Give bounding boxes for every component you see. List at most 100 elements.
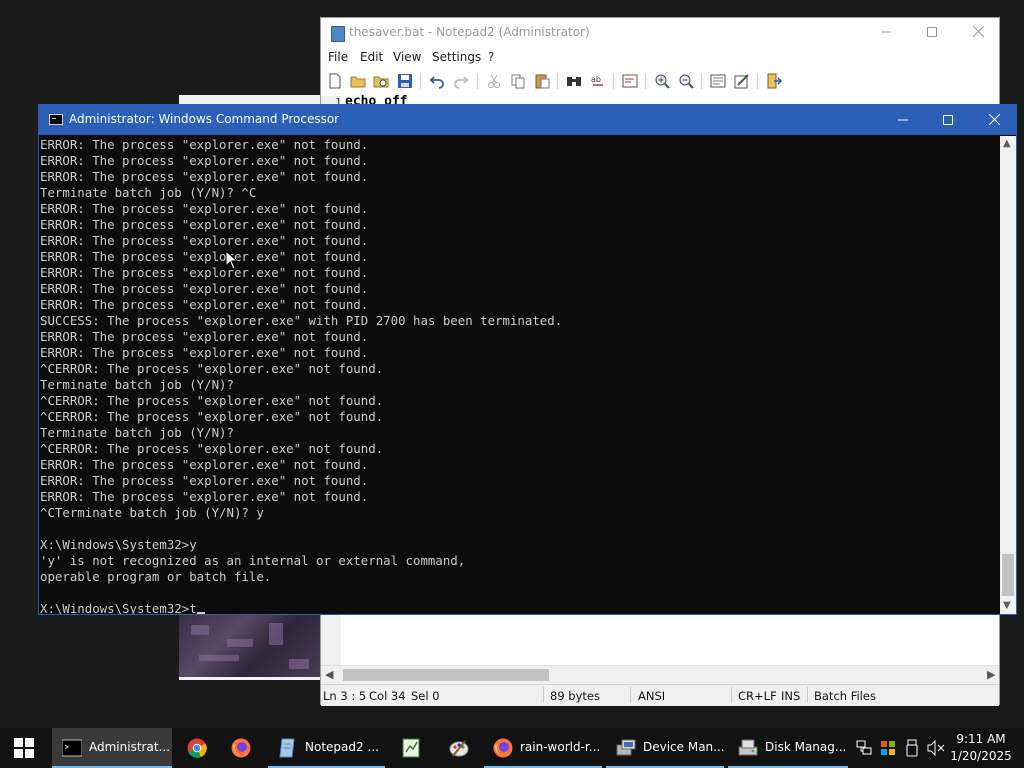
- taskbar-item-firefox[interactable]: [220, 728, 262, 768]
- replace-icon[interactable]: ab: [590, 73, 606, 89]
- menu-help[interactable]: ?: [488, 50, 494, 64]
- customize-icon[interactable]: [734, 73, 750, 89]
- clock-date: 1/20/2025: [950, 749, 1012, 763]
- windows-logo-icon: [14, 738, 34, 758]
- redo-icon[interactable]: [453, 73, 469, 89]
- cmd-app-icon: [49, 114, 63, 125]
- windows-security-icon[interactable]: [880, 740, 896, 756]
- status-eol[interactable]: CR+LF: [738, 689, 777, 703]
- browse-icon[interactable]: [373, 73, 389, 89]
- minimize-icon: [898, 119, 908, 121]
- console-line: ERROR: The process "explorer.exe" not fo…: [40, 201, 369, 216]
- cmd-scroll-thumb[interactable]: [1002, 554, 1014, 596]
- cmd-icon: [62, 739, 82, 757]
- status-col: Col 34: [369, 689, 406, 703]
- console-line: ^CERROR: The process "explorer.exe" not …: [40, 361, 384, 376]
- find-icon[interactable]: [566, 73, 582, 89]
- taskbar-item-chrome[interactable]: [176, 728, 218, 768]
- cmd-minimize-button[interactable]: [880, 105, 926, 135]
- console-line: ^CTerminate batch job (Y/N)? y: [40, 505, 264, 520]
- svg-text:ab: ab: [591, 75, 601, 84]
- scheme-icon[interactable]: [710, 73, 726, 89]
- exit-icon[interactable]: [766, 73, 782, 89]
- console-line: ERROR: The process "explorer.exe" not fo…: [40, 137, 369, 152]
- mouse-pointer-icon: [225, 250, 239, 270]
- horizontal-scroll-thumb[interactable]: [343, 669, 549, 681]
- firefox-icon: [493, 738, 513, 758]
- taskbar-item-device-manager[interactable]: Device Man...: [606, 728, 725, 768]
- notepad2-app-icon: [331, 26, 345, 42]
- console-line: Terminate batch job (Y/N)?: [40, 425, 234, 440]
- copy-icon[interactable]: [510, 73, 526, 89]
- notepad2-menubar: File Edit View Settings ?: [321, 48, 999, 68]
- usb-device-icon[interactable]: [905, 739, 919, 757]
- scroll-down-icon[interactable]: ▼: [1003, 600, 1011, 611]
- close-button[interactable]: [955, 18, 1001, 48]
- minimize-icon: [881, 31, 891, 33]
- console-prompt-line[interactable]: X:\Windows\System32>t: [40, 601, 205, 614]
- console-line: Terminate batch job (Y/N)? ^C: [40, 185, 257, 200]
- horizontal-scrollbar[interactable]: ◀ ▶: [321, 665, 999, 684]
- start-button[interactable]: [0, 728, 48, 768]
- console-line: SUCCESS: The process "explorer.exe" with…: [40, 313, 563, 328]
- status-ins: INS: [781, 689, 801, 703]
- console-line: ERROR: The process "explorer.exe" not fo…: [40, 217, 369, 232]
- taskbar-item-cmd[interactable]: Administrat...: [52, 728, 172, 768]
- taskbar-item-paint[interactable]: [438, 728, 480, 768]
- scroll-right-icon[interactable]: ▶: [987, 668, 995, 681]
- menu-file[interactable]: File: [328, 50, 348, 64]
- network-icon[interactable]: [856, 740, 872, 756]
- zoom-out-icon[interactable]: [678, 73, 694, 89]
- cmd-window[interactable]: Administrator: Windows Command Processor…: [38, 104, 1017, 615]
- minimize-button[interactable]: [863, 18, 909, 48]
- scroll-left-icon[interactable]: ◀: [325, 668, 333, 681]
- menu-settings[interactable]: Settings: [432, 50, 481, 64]
- status-position: Ln 3 : 5: [323, 689, 367, 703]
- taskbar-clock[interactable]: 9:11 AM 1/20/2025: [950, 731, 1012, 765]
- taskbar-item-spreadsheet[interactable]: [390, 728, 432, 768]
- maximize-button[interactable]: [909, 18, 955, 48]
- notepad2-icon: [279, 738, 295, 758]
- taskbar-item-disk-management[interactable]: Disk Manag...: [728, 728, 848, 768]
- scroll-up-icon[interactable]: ▲: [1003, 138, 1011, 149]
- undo-icon[interactable]: [429, 73, 445, 89]
- notepad2-titlebar[interactable]: thesaver.bat - Notepad2 (Administrator): [321, 18, 999, 48]
- new-file-icon[interactable]: [327, 73, 343, 89]
- console-line: ERROR: The process "explorer.exe" not fo…: [40, 345, 369, 360]
- taskbar-item-label: Disk Manag...: [765, 740, 847, 754]
- paint-icon: [449, 740, 469, 757]
- console-line: ERROR: The process "explorer.exe" not fo…: [40, 473, 369, 488]
- cmd-console-output[interactable]: ERROR: The process "explorer.exe" not fo…: [39, 136, 1001, 614]
- menu-edit[interactable]: Edit: [360, 50, 383, 64]
- taskbar-item-firefox-rain-world[interactable]: rain-world-r...: [484, 728, 602, 768]
- console-line: ERROR: The process "explorer.exe" not fo…: [40, 249, 369, 264]
- disk-management-icon: [738, 739, 758, 756]
- paste-icon[interactable]: [534, 73, 550, 89]
- cmd-maximize-button[interactable]: [925, 105, 971, 135]
- console-line: X:\Windows\System32>y: [40, 537, 197, 552]
- taskbar-item-notepad2[interactable]: Notepad2 ...: [268, 728, 385, 768]
- taskbar: Administrat... Notepad2 ... rain-world-r…: [0, 728, 1024, 768]
- menu-view[interactable]: View: [393, 50, 421, 64]
- save-icon[interactable]: [397, 73, 413, 89]
- open-folder-icon[interactable]: [350, 73, 366, 89]
- taskbar-item-label: Notepad2 ...: [305, 740, 379, 754]
- cmd-vertical-scrollbar[interactable]: ▲ ▼: [1000, 136, 1016, 614]
- text-cursor: [196, 612, 205, 614]
- background-image: [179, 615, 320, 677]
- cmd-titlebar[interactable]: Administrator: Windows Command Processor: [39, 105, 1016, 135]
- console-prompt: X:\Windows\System32>t: [40, 601, 197, 614]
- console-line: ^CERROR: The process "explorer.exe" not …: [40, 441, 384, 456]
- cmd-close-button[interactable]: [971, 105, 1017, 135]
- status-size: 89 bytes: [550, 689, 600, 703]
- word-wrap-icon[interactable]: [622, 73, 638, 89]
- notepad2-toolbar: ab: [321, 70, 999, 94]
- cut-icon[interactable]: [486, 73, 502, 89]
- console-line: operable program or batch file.: [40, 569, 272, 584]
- chrome-icon: [187, 738, 207, 758]
- zoom-in-icon[interactable]: [654, 73, 670, 89]
- status-encoding[interactable]: ANSI: [638, 689, 665, 703]
- status-scheme[interactable]: Batch Files: [814, 689, 876, 703]
- volume-muted-icon[interactable]: [927, 740, 945, 756]
- console-line: ERROR: The process "explorer.exe" not fo…: [40, 169, 369, 184]
